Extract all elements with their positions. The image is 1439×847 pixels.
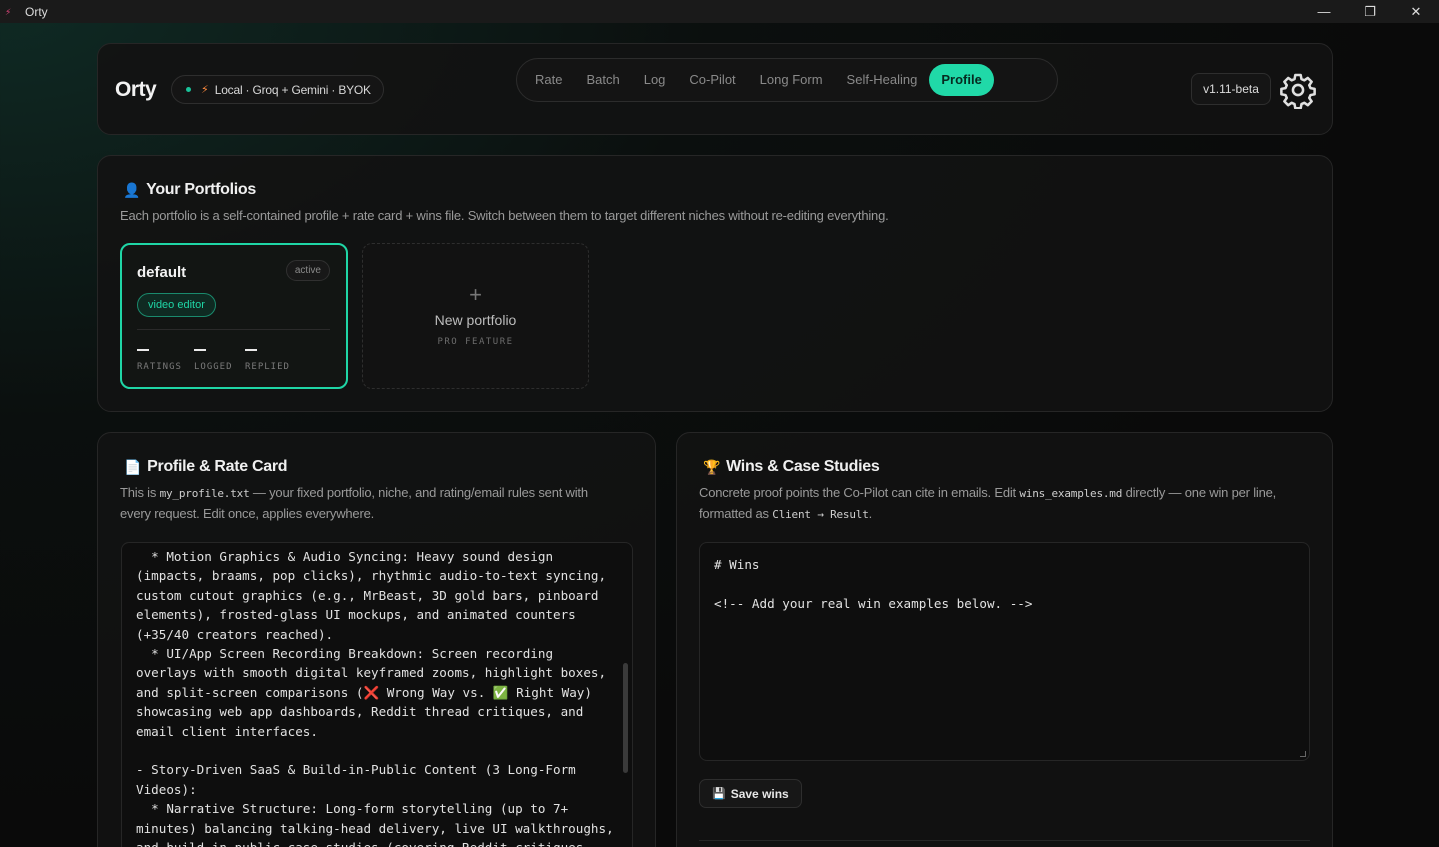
wins-content: # Wins <!-- Add your real win examples b…: [714, 557, 1033, 611]
wins-title: Wins & Case Studies: [726, 458, 880, 475]
save-wins-label: Save wins: [730, 786, 789, 801]
stat-ratings: RATINGS: [137, 343, 182, 372]
profile-content: * Motion Graphics & Audio Syncing: Heavy…: [136, 549, 614, 847]
window-controls: — ❐ ✕: [1301, 0, 1439, 23]
stat-logged-label: LOGGED: [194, 362, 233, 372]
window-titlebar: ⚡ Orty — ❐ ✕: [0, 0, 1439, 23]
profile-title: Profile & Rate Card: [147, 458, 288, 475]
stat-replied: REPLIED: [245, 343, 290, 372]
portfolio-card-default[interactable]: default active video editor RATINGS LOGG…: [120, 243, 348, 389]
portfolio-name: default: [137, 264, 187, 281]
tab-long-form[interactable]: Long Form: [748, 64, 835, 96]
profile-desc-prefix: This is: [120, 485, 160, 500]
divider: [699, 840, 1310, 841]
wins-filename: wins_examples.md: [1019, 487, 1123, 500]
version-badge: v1.11-beta: [1191, 73, 1271, 105]
plus-icon: +: [469, 282, 482, 307]
profile-textarea[interactable]: * Motion Graphics & Audio Syncing: Heavy…: [121, 542, 633, 847]
profile-description: This is my_profile.txt — your fixed port…: [120, 483, 620, 524]
tab-profile[interactable]: Profile: [929, 64, 994, 96]
stat-ratings-label: RATINGS: [137, 362, 182, 372]
divider: [137, 329, 330, 330]
app-header: Orty ⚡ Local · Groq + Gemini · BYOK Rate…: [97, 43, 1333, 135]
minimize-icon[interactable]: —: [1301, 0, 1347, 23]
textarea-scrollbar[interactable]: [623, 663, 628, 773]
restore-icon[interactable]: ❐: [1347, 0, 1393, 23]
floppy-disk-icon: 💾: [712, 788, 726, 800]
trophy-icon: 🏆: [703, 458, 721, 475]
user-icon: 👤: [123, 181, 141, 198]
tab-rate[interactable]: Rate: [523, 64, 574, 96]
tab-self-healing[interactable]: Self-Healing: [835, 64, 930, 96]
portfolios-description: Each portfolio is a self-contained profi…: [120, 208, 889, 223]
brand-logo: Orty: [115, 78, 157, 101]
wins-section: 🏆 Wins & Case Studies Concrete proof poi…: [676, 432, 1333, 847]
tab-batch[interactable]: Batch: [574, 64, 631, 96]
wins-format: Client → Result: [772, 508, 869, 521]
niche-tag: video editor: [137, 293, 216, 317]
profile-heading: 📄 Profile & Rate Card: [124, 458, 288, 476]
close-icon[interactable]: ✕: [1393, 0, 1439, 23]
wins-heading: 🏆 Wins & Case Studies: [703, 458, 880, 476]
resize-handle-icon[interactable]: [1300, 751, 1306, 757]
pro-feature-label: PRO FEATURE: [437, 337, 514, 347]
window-title: Orty: [25, 4, 48, 19]
main-nav: Rate Batch Log Co-Pilot Long Form Self-H…: [516, 58, 1058, 102]
tab-co-pilot[interactable]: Co-Pilot: [677, 64, 747, 96]
portfolios-section: 👤 Your Portfolios Each portfolio is a se…: [97, 155, 1333, 412]
new-portfolio-label: New portfolio: [434, 312, 517, 328]
portfolios-title: Your Portfolios: [146, 181, 257, 198]
stat-replied-label: REPLIED: [245, 362, 290, 372]
stat-logged-value: [194, 349, 206, 351]
portfolios-heading: 👤 Your Portfolios: [123, 181, 256, 199]
stat-ratings-value: [137, 349, 149, 351]
document-icon: 📄: [124, 458, 142, 475]
bolt-icon: ⚡: [201, 84, 209, 96]
wins-description: Concrete proof points the Co-Pilot can c…: [699, 483, 1314, 525]
status-dot-icon: [186, 87, 191, 92]
stat-replied-value: [245, 349, 257, 351]
wins-desc-suffix: .: [868, 506, 873, 521]
status-pill: ⚡ Local · Groq + Gemini · BYOK: [171, 75, 384, 104]
tab-log[interactable]: Log: [632, 64, 678, 96]
status-text: Local · Groq + Gemini · BYOK: [214, 82, 371, 97]
save-wins-button[interactable]: 💾 Save wins: [699, 779, 802, 808]
wins-textarea[interactable]: # Wins <!-- Add your real win examples b…: [699, 542, 1310, 761]
new-portfolio-button[interactable]: + New portfolio PRO FEATURE: [362, 243, 589, 389]
wins-desc-prefix: Concrete proof points the Co-Pilot can c…: [699, 485, 1020, 500]
active-badge: active: [285, 260, 330, 281]
stat-logged: LOGGED: [194, 343, 233, 372]
app-icon: ⚡: [5, 6, 12, 17]
profile-filename: my_profile.txt: [159, 487, 250, 500]
settings-gear-icon[interactable]: [1279, 71, 1317, 109]
profile-section: 📄 Profile & Rate Card This is my_profile…: [97, 432, 656, 847]
